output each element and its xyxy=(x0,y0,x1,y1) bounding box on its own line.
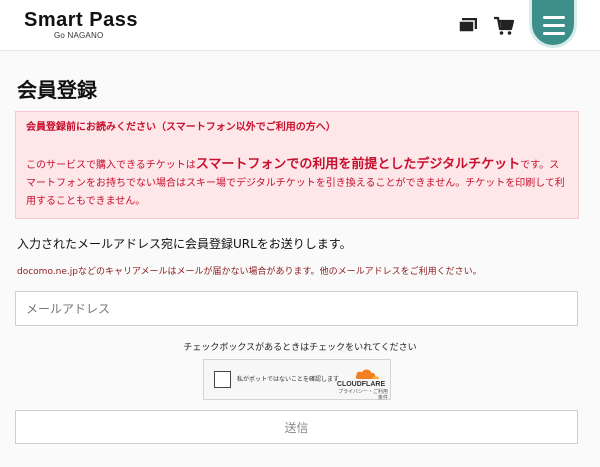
app-header: Smart Pass Go NAGANO xyxy=(0,0,600,51)
menu-line-icon xyxy=(543,16,565,19)
info-text: 入力されたメールアドレス宛に会員登録URLをお送りします。 xyxy=(17,237,352,251)
notice-body-prefix: このサービスで購入できるチケットは xyxy=(26,160,196,171)
checkbox-note: チェックボックスがあるときはチェックをいれてください xyxy=(183,343,417,353)
page-title: 会員登録 xyxy=(17,78,97,102)
notice-body: このサービスで購入できるチケットはスマートフォンでの利用を前提としたデジタルチケ… xyxy=(26,156,568,211)
notice-body-emphasis: スマートフォンでの利用を前提としたデジタルチケット xyxy=(195,157,521,172)
carrier-mail-note: docomo.ne.jpなどのキャリアメールはメールが届かない場合があります。他… xyxy=(17,267,482,277)
notice-box: 会員登録前にお読みください（スマートフォン以外でご利用の方へ） このサービスで購… xyxy=(15,111,579,219)
captcha-checkbox[interactable] xyxy=(214,371,231,388)
cloudflare-cloud-icon xyxy=(355,369,380,379)
smart-pass-logo[interactable]: Smart Pass Go NAGANO xyxy=(24,9,138,40)
tickets-icon[interactable] xyxy=(456,14,480,38)
submit-button[interactable]: 送信 xyxy=(15,410,578,444)
hamburger-menu-button[interactable] xyxy=(529,0,577,48)
menu-line-icon xyxy=(543,32,565,35)
captcha-label: 私がボットではないことを確認します xyxy=(237,376,340,383)
menu-line-icon xyxy=(543,24,565,27)
cloudflare-brand: CLOUDFLARE xyxy=(336,381,386,388)
captcha-privacy-links[interactable]: プライバシー・ご利用条件 xyxy=(334,389,388,401)
notice-heading: 会員登録前にお読みください（スマートフォン以外でご利用の方へ） xyxy=(26,122,336,133)
logo-main-text: Smart Pass xyxy=(24,9,138,31)
cloudflare-logo: CLOUDFLARE プライバシー・ご利用条件 xyxy=(334,364,388,401)
logo-sub-text: Go NAGANO xyxy=(54,31,104,40)
cart-icon[interactable] xyxy=(492,14,516,38)
email-input[interactable] xyxy=(15,291,578,326)
captcha-widget: 私がボットではないことを確認します CLOUDFLARE プライバシー・ご利用条… xyxy=(203,359,391,401)
